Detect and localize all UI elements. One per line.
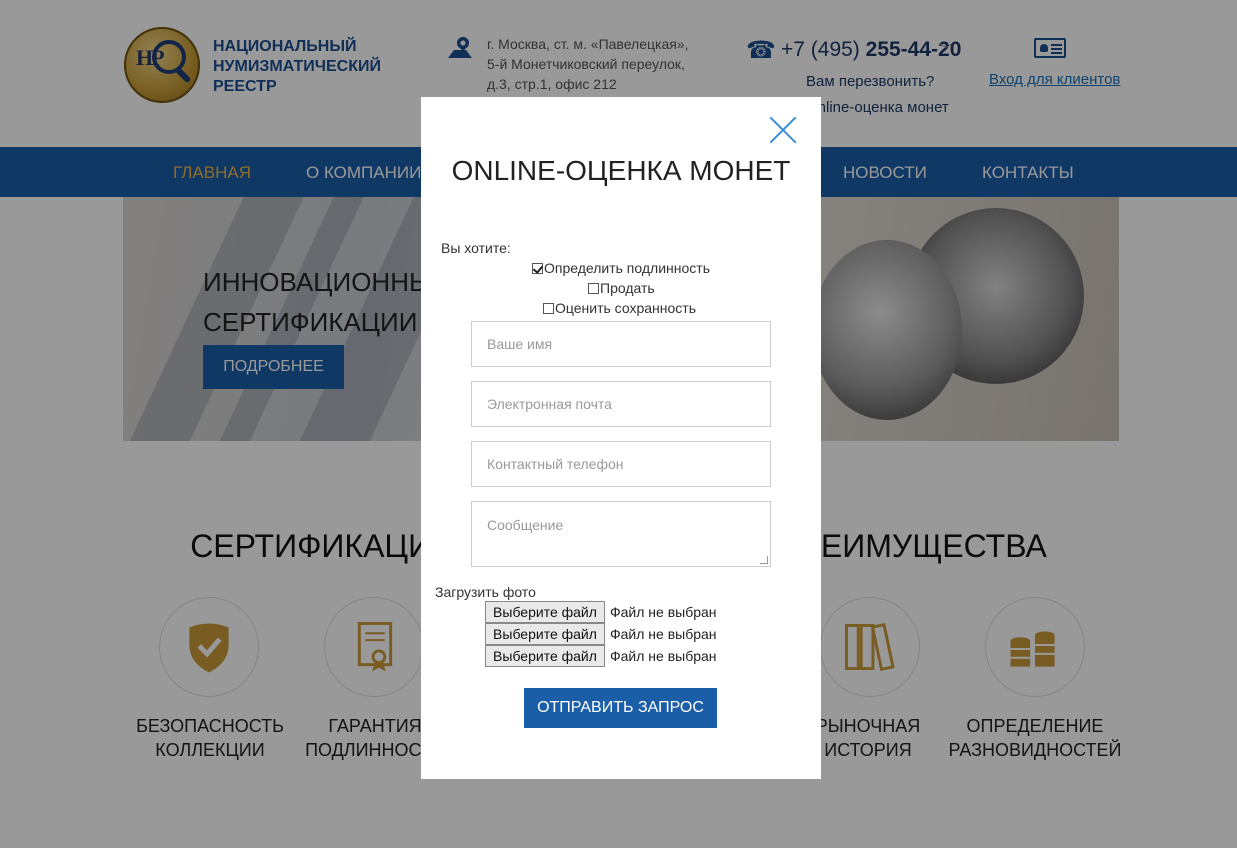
modal-title: ONLINE-ОЦЕНКА МОНЕТ bbox=[451, 155, 791, 186]
upload-label: Загрузить фото bbox=[435, 584, 536, 600]
checkbox-authenticity[interactable] bbox=[532, 262, 543, 274]
resize-handle-icon[interactable] bbox=[760, 556, 768, 564]
file-status: Файл не выбран bbox=[610, 626, 717, 642]
checkbox-sell[interactable] bbox=[588, 282, 599, 294]
name-input[interactable]: Ваше имя bbox=[471, 321, 771, 367]
email-input[interactable]: Электронная почта bbox=[471, 381, 771, 427]
option-sell[interactable]: Продать bbox=[588, 280, 655, 296]
message-textarea[interactable]: Сообщение bbox=[471, 501, 771, 567]
file-input[interactable]: Выберите файл Файл не выбран bbox=[485, 645, 717, 667]
submit-request-button[interactable]: ОТПРАВИТЬ ЗАПРОС bbox=[524, 688, 717, 728]
file-input[interactable]: Выберите файл Файл не выбран bbox=[485, 601, 717, 623]
message-placeholder: Сообщение bbox=[487, 517, 564, 533]
file-status: Файл не выбран bbox=[610, 648, 717, 664]
option-label: Оценить сохранность bbox=[555, 300, 696, 316]
choose-file-button[interactable]: Выберите файл bbox=[485, 601, 605, 623]
file-status: Файл не выбран bbox=[610, 604, 717, 620]
phone-input[interactable]: Контактный телефон bbox=[471, 441, 771, 487]
want-label: Вы хотите: bbox=[441, 240, 511, 256]
option-authenticity[interactable]: Определить подлинность bbox=[532, 260, 710, 276]
checkbox-condition[interactable] bbox=[543, 302, 554, 314]
file-input[interactable]: Выберите файл Файл не выбран bbox=[485, 623, 717, 645]
close-icon[interactable] bbox=[766, 113, 800, 147]
evaluation-modal bbox=[421, 97, 821, 779]
choose-file-button[interactable]: Выберите файл bbox=[485, 645, 605, 667]
choose-file-button[interactable]: Выберите файл bbox=[485, 623, 605, 645]
option-label: Продать bbox=[600, 280, 655, 296]
option-condition[interactable]: Оценить сохранность bbox=[543, 300, 696, 316]
option-label: Определить подлинность bbox=[544, 260, 710, 276]
